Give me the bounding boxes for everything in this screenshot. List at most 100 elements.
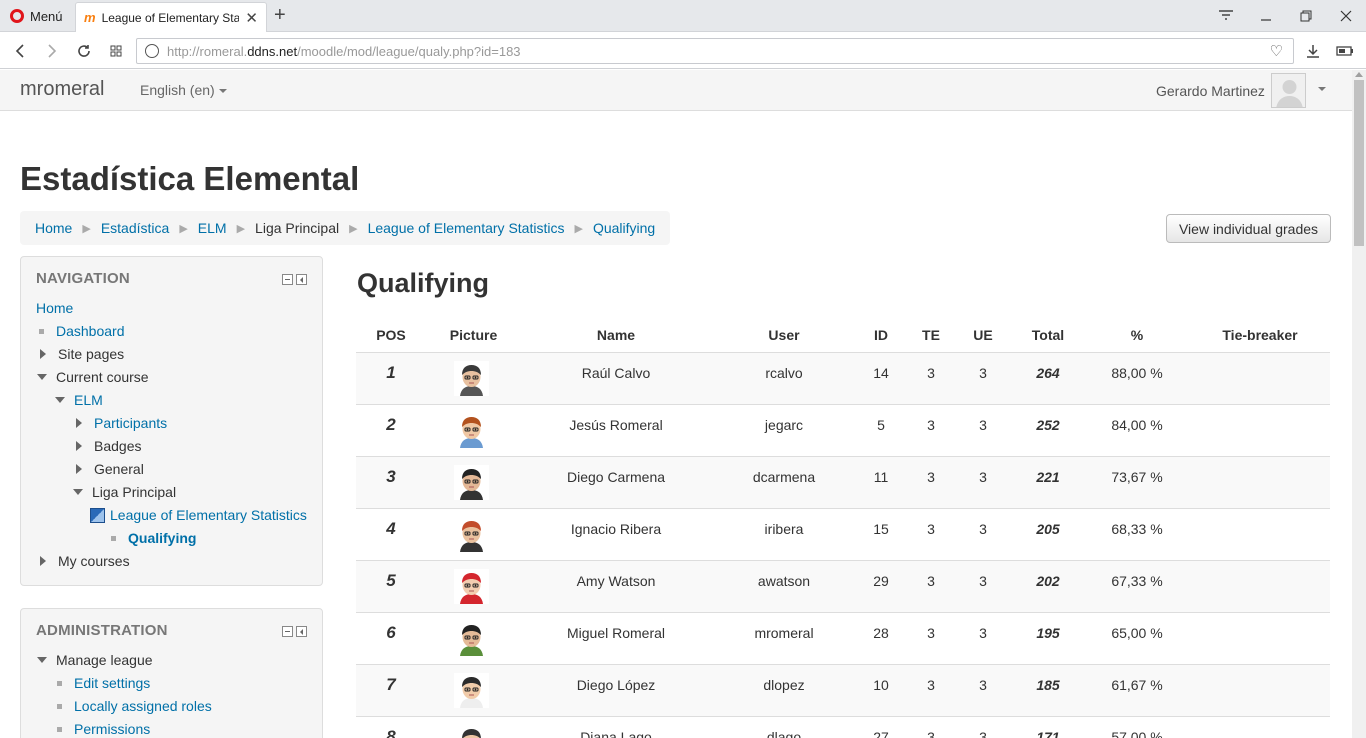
nav-item-qualifying[interactable]: Qualifying [111,530,196,546]
nav-item-elm[interactable]: ELM [55,392,103,408]
expand-arrow-icon [76,441,82,451]
nav-item-label: Liga Principal [92,484,177,500]
nav-item-label: League of Elementary Statistics [110,507,307,523]
url-input[interactable]: http://romeral. ddns.net/moodle/mod/leagu… [136,38,1294,64]
bullet-icon [57,680,62,686]
student-avatar-icon [454,621,489,656]
cell-te: 3 [927,677,935,693]
cell-total: 221 [1036,469,1060,485]
cell-user: mromeral [754,625,814,641]
navigation-block-title: NAVIGATION [36,270,130,287]
view-individual-grades-button[interactable]: View individual grades [1166,214,1331,243]
scroll-up-icon[interactable] [1355,72,1363,77]
site-brand-link[interactable]: mromeral [20,78,104,101]
restore-window-button[interactable] [1286,0,1326,32]
cell-user: iribera [764,521,804,537]
nav-item-label: ELM [74,392,103,408]
student-avatar-icon [454,569,489,604]
url-path: /moodle/mod/league/qualy.php?id=183 [297,43,521,59]
cell-id: 15 [873,521,889,537]
bullet-icon [111,535,116,541]
cell-id: 10 [873,677,889,693]
bookmark-heart-icon[interactable]: ♡ [1270,42,1283,60]
student-avatar-icon [454,673,489,708]
new-tab-button[interactable]: + [274,4,286,26]
admin-item-permissions[interactable]: Permissions [57,721,150,737]
nav-item-my-courses[interactable]: My courses [40,553,130,569]
collapse-arrow-icon [55,397,65,403]
nav-item-general[interactable]: General [76,461,144,477]
breadcrumb-separator-icon: ▶ [82,222,91,235]
language-menu[interactable]: English (en) [140,82,227,98]
student-avatar-icon [454,413,489,448]
breadcrumb-category[interactable]: Estadística [101,220,169,236]
minimize-window-button[interactable] [1246,0,1286,32]
column-header-id: ID [874,327,888,343]
block-minimize-icon[interactable] [282,274,293,285]
nav-item-liga-principal[interactable]: Liga Principal [73,484,176,500]
column-header-percent: % [1130,327,1144,343]
nav-item-site-pages[interactable]: Site pages [40,346,124,362]
browser-address-bar: http://romeral. ddns.net/moodle/mod/leagu… [0,33,1366,69]
nav-item-league[interactable]: League of Elementary Statistics [90,507,307,523]
browser-tab-active[interactable]: m League of Elementary Stat ✕ [75,2,267,32]
nav-item-label: Qualifying [128,530,197,546]
nav-item-home[interactable]: Home [36,300,73,316]
nav-item-badges[interactable]: Badges [76,438,141,454]
nav-item-participants[interactable]: Participants [76,415,167,431]
caret-down-icon [218,89,227,94]
cell-user: dcarmena [752,469,816,485]
cell-id: 28 [873,625,889,641]
user-menu-caret-icon[interactable] [1318,87,1326,91]
forward-arrow-icon[interactable] [38,33,66,69]
expand-arrow-icon [40,349,46,359]
opera-menu-button[interactable]: Menú [0,0,74,32]
student-avatar-icon [454,465,489,500]
block-minimize-icon[interactable] [282,626,293,637]
cell-pos: 7 [386,675,396,694]
breadcrumb-section: Liga Principal [255,220,340,236]
cell-id: 5 [877,417,885,433]
download-icon[interactable] [1299,33,1327,69]
speed-dial-grid-icon[interactable] [102,33,130,69]
admin-item-edit-settings[interactable]: Edit settings [57,675,150,691]
block-dock-icon[interactable] [296,626,307,637]
admin-item-manage-league[interactable]: Manage league [37,652,153,668]
cell-te: 3 [927,417,935,433]
page-scrollbar[interactable] [1352,70,1366,738]
breadcrumb-home[interactable]: Home [35,220,72,236]
cell-te: 3 [927,521,935,537]
cell-id: 14 [873,365,889,381]
close-window-button[interactable] [1326,0,1366,32]
breadcrumb-qualifying[interactable]: Qualifying [593,220,655,236]
user-menu-name[interactable]: Gerardo Martinez [1156,83,1265,99]
scrollbar-thumb[interactable] [1354,80,1364,246]
breadcrumb-separator-icon: ▶ [236,222,246,235]
back-arrow-icon[interactable] [6,33,34,69]
globe-icon [145,44,159,58]
battery-icon[interactable] [1331,33,1359,69]
nav-item-label: Badges [94,438,142,454]
nav-item-label: Participants [94,415,168,431]
user-avatar[interactable] [1271,73,1306,108]
cell-name: Jesús Romeral [569,417,663,433]
cell-ue: 3 [979,625,987,641]
table-row: 1 Raúl Calvo rcalvo 14 3 3 264 88,00 % [356,353,1330,405]
nav-item-dashboard[interactable]: Dashboard [39,323,125,339]
cell-te: 3 [927,365,935,381]
collapse-arrow-icon [37,657,47,663]
admin-item-local-roles[interactable]: Locally assigned roles [57,698,212,714]
cell-total: 205 [1036,521,1060,537]
column-header-te: TE [922,327,940,343]
course-title: Estadística Elemental [20,160,360,197]
nav-item-current-course[interactable]: Current course [37,369,149,385]
block-dock-icon[interactable] [296,274,307,285]
reload-icon[interactable] [70,33,98,69]
breadcrumb-league[interactable]: League of Elementary Statistics [368,220,565,236]
cell-percent: 84,00 % [1111,417,1163,433]
tab-menu-icon[interactable] [1206,0,1246,32]
cell-ue: 3 [979,677,987,693]
cell-user: dlopez [763,677,805,693]
breadcrumb-course[interactable]: ELM [198,220,227,236]
close-tab-icon[interactable]: ✕ [245,9,258,27]
